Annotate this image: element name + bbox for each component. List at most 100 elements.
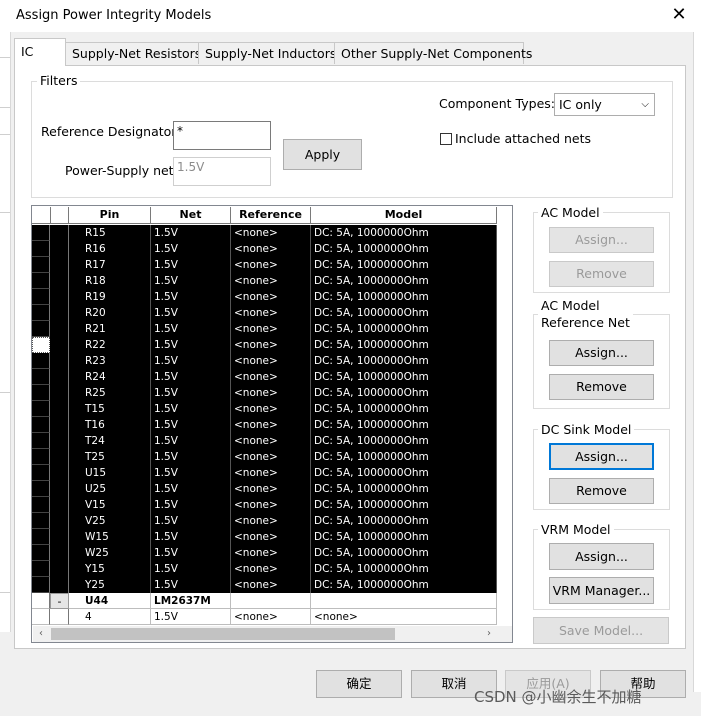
table-row[interactable]: R22 1.5V <none> DC: 5A, 1000000Ohm xyxy=(32,337,498,353)
cell-net[interactable]: 1.5V xyxy=(151,289,231,305)
cell-net[interactable]: 1.5V xyxy=(151,481,231,497)
include-attached-nets-checkbox[interactable] xyxy=(440,133,452,145)
scroll-right-icon[interactable]: › xyxy=(481,626,497,642)
cell-net[interactable]: 1.5V xyxy=(151,529,231,545)
tab-supply-net-resistors[interactable]: Supply-Net Resistors xyxy=(65,42,201,64)
cell-ref[interactable]: <none> xyxy=(231,289,311,305)
cell-model[interactable]: DC: 5A, 1000000Ohm xyxy=(311,225,497,241)
table-row[interactable]: W15 1.5V <none> DC: 5A, 1000000Ohm xyxy=(32,529,498,545)
cell-model[interactable]: DC: 5A, 1000000Ohm xyxy=(311,241,497,257)
cell-net[interactable]: 1.5V xyxy=(151,561,231,577)
row-header[interactable] xyxy=(32,481,50,497)
reference-designator-input[interactable]: * xyxy=(173,121,271,150)
cell-model[interactable]: DC: 5A, 1000000Ohm xyxy=(311,401,497,417)
cell-pin[interactable]: R18 xyxy=(69,273,151,289)
cell-ref[interactable]: <none> xyxy=(231,449,311,465)
row-header[interactable] xyxy=(32,609,50,625)
cell-ref[interactable]: <none> xyxy=(231,529,311,545)
row-header[interactable] xyxy=(32,257,50,273)
cell-net[interactable]: 1.5V xyxy=(151,273,231,289)
cell-pin[interactable]: U25 xyxy=(69,481,151,497)
cell-model[interactable]: DC: 5A, 1000000Ohm xyxy=(311,481,497,497)
ok-button[interactable]: 确定 xyxy=(316,670,402,698)
row-header[interactable] xyxy=(32,353,50,369)
cell-model[interactable]: DC: 5A, 1000000Ohm xyxy=(311,273,497,289)
cell-net[interactable]: 1.5V xyxy=(151,337,231,353)
ac-reference-net-remove-button[interactable]: Remove xyxy=(549,374,654,400)
cell-net[interactable]: 1.5V xyxy=(151,257,231,273)
cell-ref[interactable]: <none> xyxy=(231,273,311,289)
table-row[interactable]: V15 1.5V <none> DC: 5A, 1000000Ohm xyxy=(32,497,498,513)
column-header-reference[interactable]: Reference xyxy=(231,207,311,224)
cell-model[interactable]: DC: 5A, 1000000Ohm xyxy=(311,369,497,385)
row-header[interactable] xyxy=(32,401,50,417)
cell-pin[interactable]: R15 xyxy=(69,225,151,241)
cell-net[interactable]: 1.5V xyxy=(151,401,231,417)
table-row[interactable]: Y25 1.5V <none> DC: 5A, 1000000Ohm xyxy=(32,577,498,593)
cell-net[interactable]: 1.5V xyxy=(151,417,231,433)
cell-model[interactable]: DC: 5A, 1000000Ohm xyxy=(311,529,497,545)
dc-sink-remove-button[interactable]: Remove xyxy=(549,478,654,504)
vrm-manager-button[interactable]: VRM Manager... xyxy=(549,577,654,604)
cell-ref[interactable]: <none> xyxy=(231,513,311,529)
cell-pin[interactable]: 4 xyxy=(69,609,151,625)
cell-model[interactable]: DC: 5A, 1000000Ohm xyxy=(311,385,497,401)
row-header[interactable] xyxy=(32,337,50,353)
table-row[interactable]: 4 1.5V <none> <none> xyxy=(32,609,498,625)
cell-pin[interactable]: V15 xyxy=(69,497,151,513)
cell-pin[interactable]: T16 xyxy=(69,417,151,433)
cell-model[interactable]: DC: 5A, 1000000Ohm xyxy=(311,321,497,337)
power-supply-net-input[interactable]: 1.5V xyxy=(173,157,271,186)
cell-ref[interactable]: <none> xyxy=(231,417,311,433)
table-row[interactable]: R20 1.5V <none> DC: 5A, 1000000Ohm xyxy=(32,305,498,321)
cell-model[interactable]: <none> xyxy=(311,609,497,625)
cell-ref[interactable]: <none> xyxy=(231,257,311,273)
row-header[interactable] xyxy=(32,385,50,401)
cell-pin[interactable]: Y25 xyxy=(69,577,151,593)
table-row[interactable]: T16 1.5V <none> DC: 5A, 1000000Ohm xyxy=(32,417,498,433)
table-row[interactable]: R18 1.5V <none> DC: 5A, 1000000Ohm xyxy=(32,273,498,289)
table-row[interactable]: R17 1.5V <none> DC: 5A, 1000000Ohm xyxy=(32,257,498,273)
horizontal-scrollbar[interactable]: ‹ › xyxy=(33,626,512,642)
table-row[interactable]: T15 1.5V <none> DC: 5A, 1000000Ohm xyxy=(32,401,498,417)
cell-ref[interactable]: <none> xyxy=(231,561,311,577)
row-header[interactable] xyxy=(32,465,50,481)
ac-model-remove-button[interactable]: Remove xyxy=(549,261,654,287)
cell-model[interactable]: DC: 5A, 1000000Ohm xyxy=(311,353,497,369)
cell-pin[interactable]: R24 xyxy=(69,369,151,385)
cell-pin[interactable]: Y15 xyxy=(69,561,151,577)
cell-ref[interactable]: <none> xyxy=(231,337,311,353)
cell-ref[interactable]: <none> xyxy=(231,433,311,449)
cell-pin[interactable]: W25 xyxy=(69,545,151,561)
cell-ref[interactable]: <none> xyxy=(231,385,311,401)
cell-ref[interactable]: <none> xyxy=(231,481,311,497)
table-row[interactable]: V25 1.5V <none> DC: 5A, 1000000Ohm xyxy=(32,513,498,529)
cell-model[interactable]: DC: 5A, 1000000Ohm xyxy=(311,545,497,561)
row-header[interactable] xyxy=(32,273,50,289)
cell-pin[interactable]: R23 xyxy=(69,353,151,369)
table-row[interactable]: R24 1.5V <none> DC: 5A, 1000000Ohm xyxy=(32,369,498,385)
cell-net[interactable]: 1.5V xyxy=(151,305,231,321)
row-header[interactable] xyxy=(32,513,50,529)
row-header[interactable] xyxy=(32,289,50,305)
cell-model[interactable]: DC: 5A, 1000000Ohm xyxy=(311,257,497,273)
scroll-left-icon[interactable]: ‹ xyxy=(33,626,49,642)
cell-net[interactable]: 1.5V xyxy=(151,497,231,513)
table-row[interactable]: R16 1.5V <none> DC: 5A, 1000000Ohm xyxy=(32,241,498,257)
row-header[interactable] xyxy=(32,321,50,337)
cell-net[interactable]: 1.5V xyxy=(151,353,231,369)
cell-model[interactable]: DC: 5A, 1000000Ohm xyxy=(311,497,497,513)
cell-net[interactable]: 1.5V xyxy=(151,369,231,385)
cell-ref[interactable] xyxy=(231,593,311,609)
cell-pin[interactable]: W15 xyxy=(69,529,151,545)
row-header[interactable] xyxy=(32,369,50,385)
row-header[interactable] xyxy=(32,497,50,513)
cell-model[interactable]: DC: 5A, 1000000Ohm xyxy=(311,577,497,593)
cell-ref[interactable]: <none> xyxy=(231,401,311,417)
table-row[interactable]: R21 1.5V <none> DC: 5A, 1000000Ohm xyxy=(32,321,498,337)
table-row[interactable]: R25 1.5V <none> DC: 5A, 1000000Ohm xyxy=(32,385,498,401)
ac-reference-net-assign-button[interactable]: Assign... xyxy=(549,340,654,366)
column-header-net[interactable]: Net xyxy=(151,207,231,224)
cell-net[interactable]: 1.5V xyxy=(151,513,231,529)
cell-model[interactable]: DC: 5A, 1000000Ohm xyxy=(311,513,497,529)
